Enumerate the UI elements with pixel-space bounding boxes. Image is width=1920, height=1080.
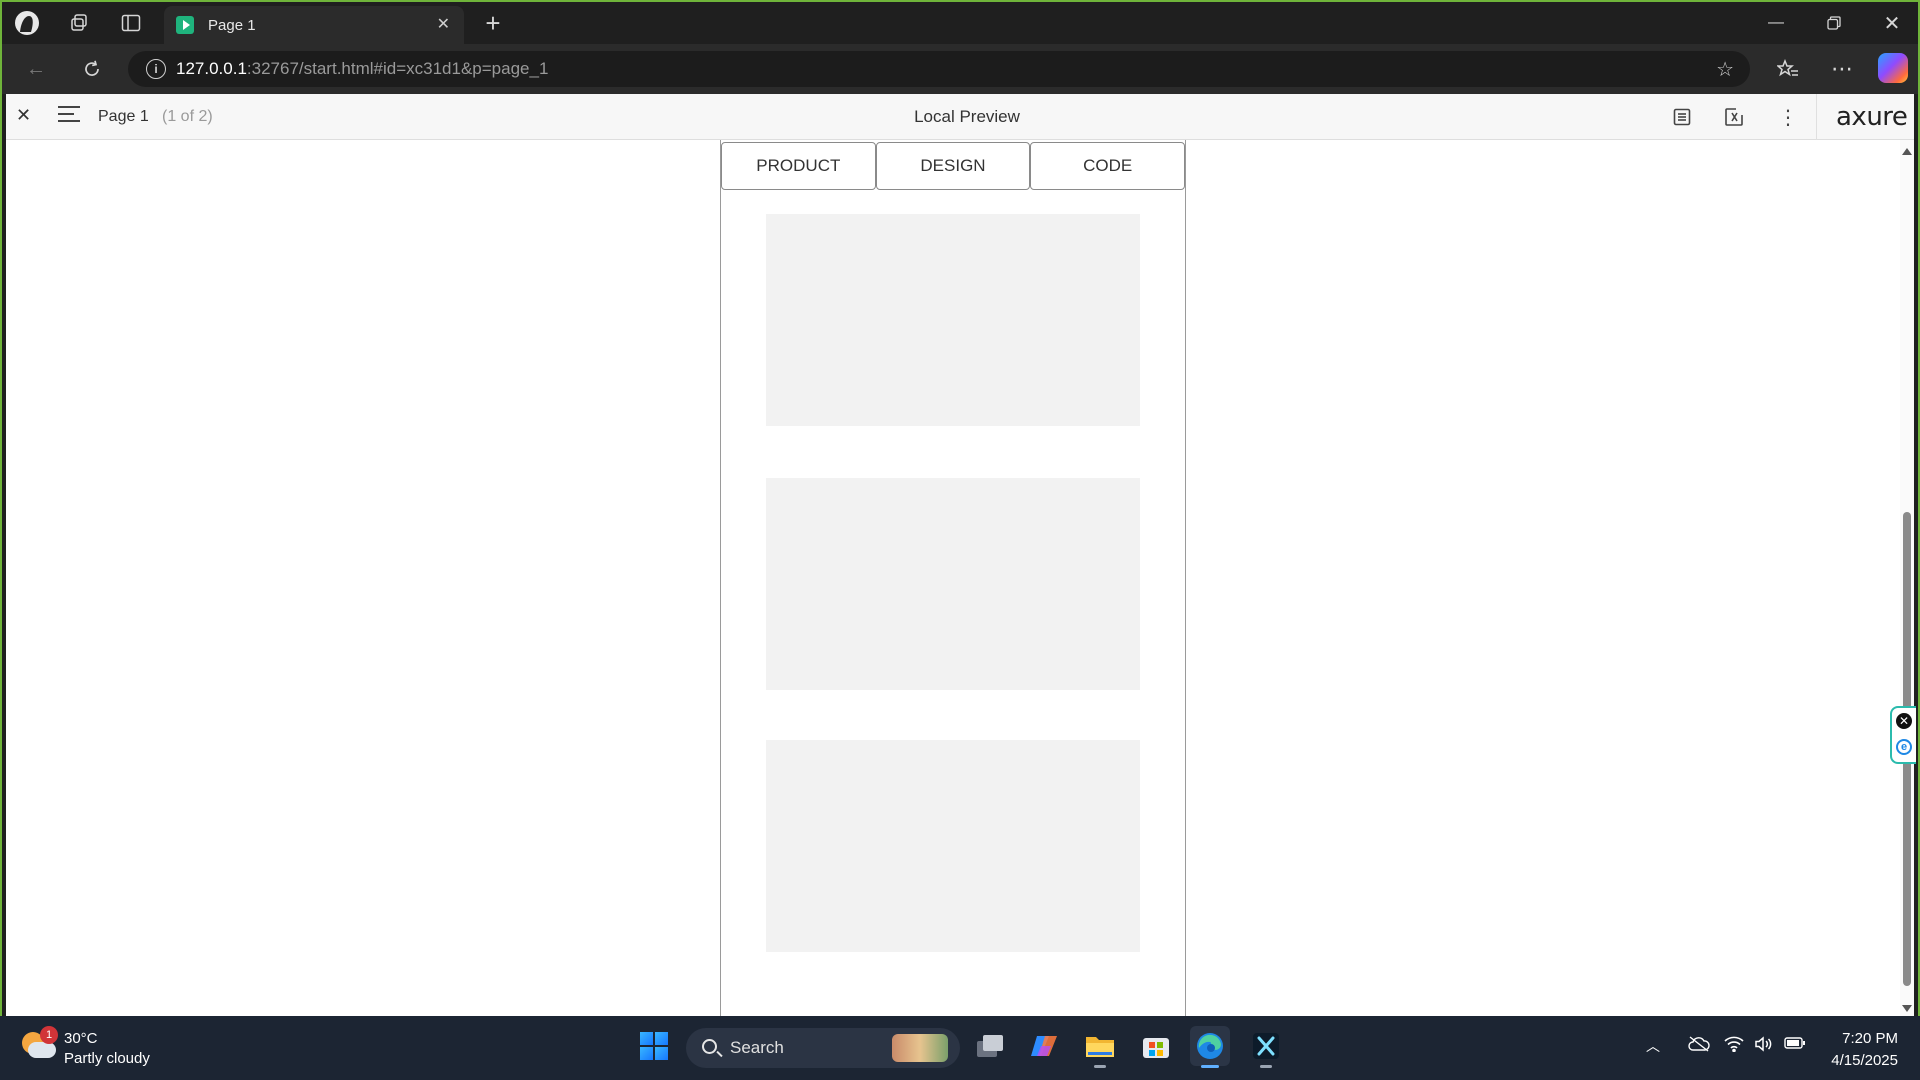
placeholder-card — [766, 478, 1140, 690]
prototype-tabs: PRODUCT DESIGN CODE — [721, 142, 1186, 190]
search-icon — [702, 1039, 717, 1054]
copilot-app-icon[interactable] — [1024, 1026, 1064, 1066]
windows-logo-icon — [640, 1032, 668, 1060]
close-preview-icon[interactable]: ✕ — [16, 105, 31, 126]
more-vertical-icon[interactable]: ⋮ — [1774, 103, 1802, 131]
tab-product[interactable]: PRODUCT — [721, 142, 876, 190]
battery-icon[interactable] — [1784, 1036, 1806, 1055]
workspaces-icon[interactable] — [62, 8, 96, 38]
navigation-bar: ← i 127.0.0.1:32767/start.html#id=xc31d1… — [2, 44, 1918, 94]
restore-icon[interactable] — [1812, 8, 1856, 38]
browser-window: Page 1 ✕ + — ✕ ← i 127.0.0.1:32767/start… — [0, 0, 1920, 1080]
vertical-tabs-icon[interactable] — [114, 8, 148, 38]
edge-browser-icon[interactable] — [1190, 1026, 1230, 1068]
preview-canvas: PRODUCT DESIGN CODE — [6, 140, 1900, 1018]
tab-favicon-icon — [176, 16, 194, 34]
back-icon[interactable]: ← — [18, 54, 54, 84]
clock-date[interactable]: 4/15/2025 — [1831, 1052, 1898, 1069]
close-window-icon[interactable]: ✕ — [1870, 8, 1914, 38]
refresh-icon[interactable] — [74, 54, 110, 84]
page-name: Page 1 — [98, 108, 149, 125]
axure-toolbar: ✕ Page 1 (1 of 2) Local Preview ⋮ axure — [6, 94, 1914, 140]
search-highlight-image — [892, 1034, 948, 1062]
title-bar: Page 1 ✕ + — ✕ — [2, 2, 1918, 44]
axure-logo: axure — [1836, 102, 1908, 132]
axure-app-icon[interactable] — [1246, 1026, 1286, 1068]
toolbar-divider — [1816, 94, 1817, 140]
weather-badge: 1 — [40, 1026, 58, 1044]
show-hidden-icons-chevron-icon[interactable]: ︿ — [1646, 1036, 1660, 1056]
microsoft-store-icon[interactable] — [1136, 1026, 1176, 1066]
widget-close-icon[interactable]: ✕ — [1896, 713, 1912, 729]
favorite-star-icon[interactable]: ☆ — [1716, 57, 1734, 82]
tab-title: Page 1 — [208, 16, 256, 34]
weather-description[interactable]: Partly cloudy — [64, 1050, 150, 1067]
url-host: 127.0.0.1 — [176, 59, 247, 78]
taskbar-search[interactable]: Search — [686, 1028, 960, 1068]
url-path: :32767/start.html#id=xc31d1&p=page_1 — [246, 59, 549, 78]
site-info-icon[interactable]: i — [146, 59, 166, 79]
profile-avatar-icon[interactable] — [10, 8, 44, 38]
copilot-icon[interactable] — [1878, 53, 1908, 83]
search-label: Search — [730, 1038, 784, 1057]
volume-icon[interactable] — [1754, 1036, 1774, 1057]
tab-code[interactable]: CODE — [1030, 142, 1186, 190]
minimize-icon[interactable]: — — [1754, 8, 1798, 38]
side-extension-widget: ✕ e — [1890, 706, 1916, 764]
task-view-icon[interactable] — [970, 1026, 1010, 1066]
new-tab-icon[interactable]: + — [476, 8, 510, 38]
file-explorer-icon[interactable] — [1080, 1026, 1120, 1068]
page-count: (1 of 2) — [162, 108, 213, 125]
onedrive-offline-icon[interactable] — [1688, 1036, 1710, 1057]
wifi-icon[interactable] — [1724, 1036, 1744, 1057]
more-options-icon[interactable]: ⋯ — [1824, 54, 1860, 84]
vertical-scrollbar[interactable] — [1900, 140, 1914, 1018]
tab-close-icon[interactable]: ✕ — [437, 14, 450, 34]
scroll-down-arrow-icon[interactable] — [1902, 1005, 1912, 1012]
tab-design[interactable]: DESIGN — [875, 142, 1031, 190]
weather-temperature[interactable]: 30°C — [64, 1030, 98, 1047]
inspect-icon[interactable] — [1720, 103, 1748, 131]
start-button[interactable] — [634, 1026, 674, 1066]
preview-title: Local Preview — [914, 107, 1020, 126]
browser-tab-active[interactable]: Page 1 ✕ — [164, 6, 464, 44]
notes-icon[interactable] — [1668, 103, 1696, 131]
sitemap-menu-icon[interactable] — [58, 106, 80, 126]
prototype-panel: PRODUCT DESIGN CODE — [720, 140, 1186, 1018]
address-bar[interactable]: i 127.0.0.1:32767/start.html#id=xc31d1&p… — [128, 51, 1750, 87]
clock-time[interactable]: 7:20 PM — [1842, 1030, 1898, 1047]
favorites-icon[interactable] — [1770, 54, 1806, 84]
taskbar: 1 30°C Partly cloudy Search ︿ 7:20 PM 4/… — [0, 1016, 1920, 1080]
scroll-up-arrow-icon[interactable] — [1902, 148, 1912, 155]
widget-edge-icon[interactable]: e — [1896, 739, 1912, 755]
placeholder-card — [766, 740, 1140, 952]
placeholder-card — [766, 214, 1140, 426]
